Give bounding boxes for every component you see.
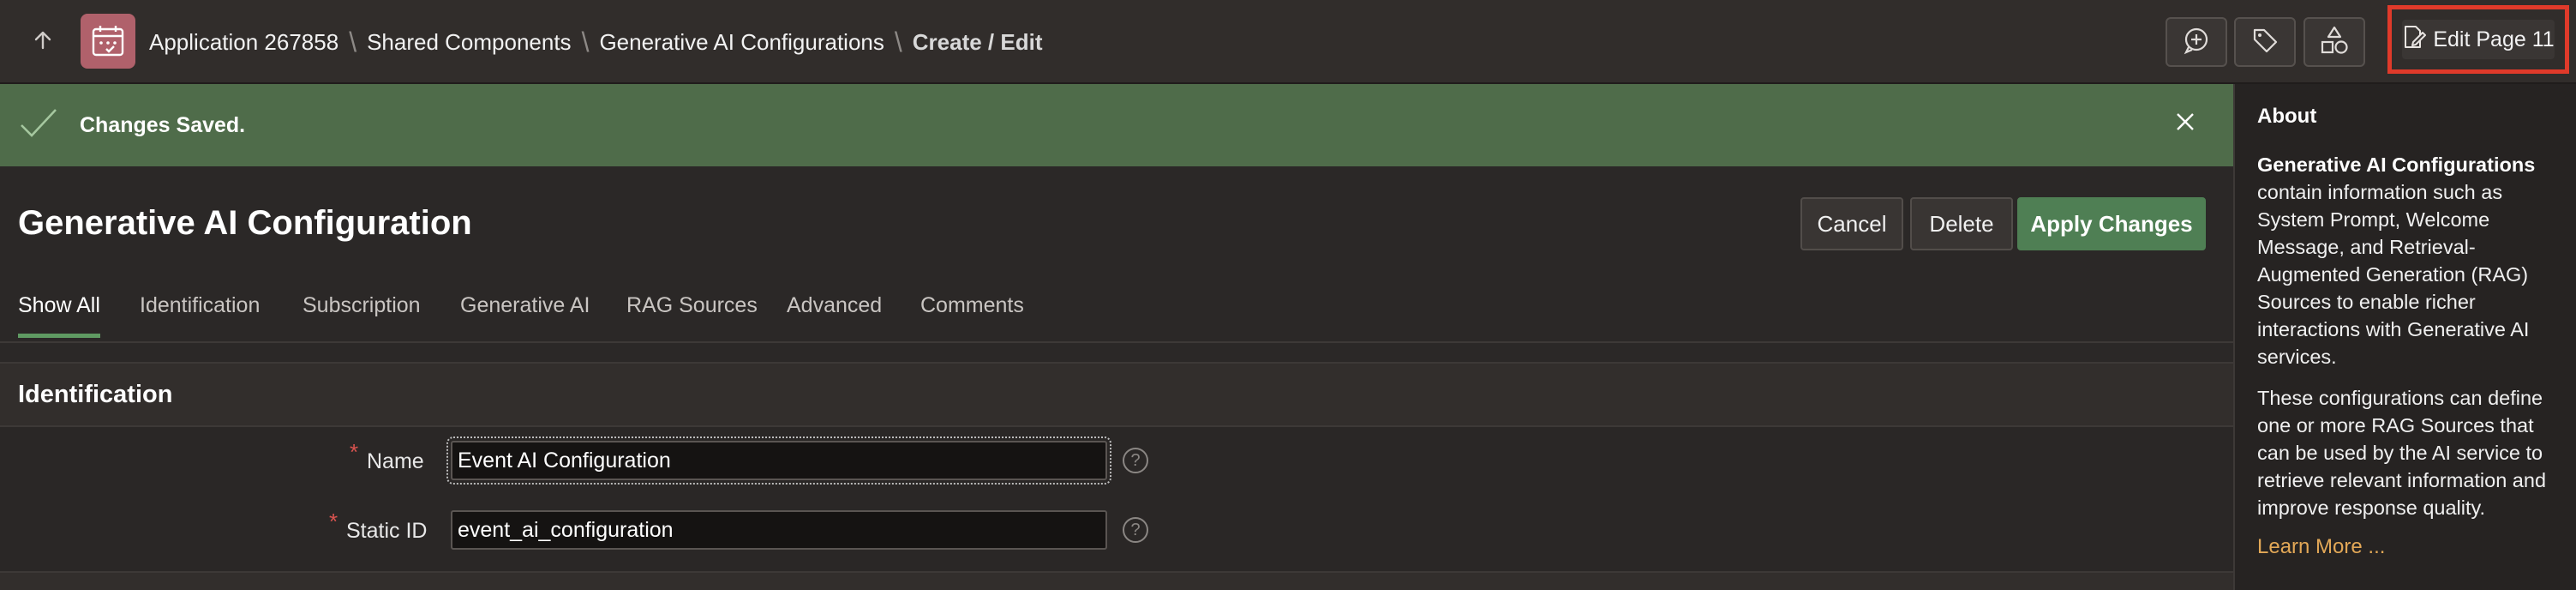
chat-plus-icon bbox=[2182, 26, 2211, 59]
tab-bar: Show All Identification Subscription Gen… bbox=[0, 286, 2233, 343]
page-title: Generative AI Configuration bbox=[18, 204, 472, 242]
sidebar-heading: About bbox=[2257, 105, 2317, 128]
breadcrumb-current: Create / Edit bbox=[912, 28, 1043, 55]
check-icon bbox=[19, 106, 58, 145]
static-id-label: Static ID bbox=[346, 519, 428, 543]
edit-page-highlight: Edit Page 11 bbox=[2387, 5, 2569, 74]
tab-generative-ai[interactable]: Generative AI bbox=[460, 293, 590, 334]
success-banner: Changes Saved. bbox=[0, 84, 2233, 166]
sidebar-paragraph-1: Generative AI Configurations contain inf… bbox=[2257, 151, 2555, 370]
identification-section-header: Identification bbox=[0, 362, 2233, 427]
top-bar: Application 267858 \ Shared Components \… bbox=[0, 0, 2576, 84]
help-icon[interactable]: ? bbox=[1123, 448, 1148, 473]
tab-comments[interactable]: Comments bbox=[920, 293, 1024, 334]
breadcrumb-separator: \ bbox=[349, 26, 357, 57]
about-sidebar: About Generative AI Configurations conta… bbox=[2233, 84, 2576, 590]
calendar-app-icon[interactable] bbox=[81, 14, 135, 69]
chat-plus-button[interactable] bbox=[2166, 17, 2227, 67]
tab-advanced[interactable]: Advanced bbox=[787, 293, 882, 334]
delete-button[interactable]: Delete bbox=[1910, 197, 2013, 250]
tab-show-all[interactable]: Show All bbox=[18, 293, 100, 338]
tab-rag-sources[interactable]: RAG Sources bbox=[626, 293, 758, 334]
main-region: Generative AI Configuration Cancel Delet… bbox=[0, 166, 2233, 590]
sidebar-paragraph-1-text: contain information such as System Promp… bbox=[2257, 181, 2530, 368]
name-input[interactable] bbox=[446, 436, 1111, 485]
tab-subscription[interactable]: Subscription bbox=[303, 293, 421, 334]
sidebar-paragraph-2: These configurations can define one or m… bbox=[2257, 387, 2547, 519]
required-marker: * bbox=[350, 439, 359, 465]
shapes-icon bbox=[2319, 25, 2350, 60]
cancel-button[interactable]: Cancel bbox=[1800, 197, 1903, 250]
breadcrumb-separator: \ bbox=[581, 26, 590, 57]
help-icon[interactable]: ? bbox=[1123, 517, 1148, 543]
breadcrumb: Application 267858 \ Shared Components \… bbox=[149, 0, 1042, 84]
shapes-button[interactable] bbox=[2303, 17, 2365, 67]
static-id-input[interactable] bbox=[451, 510, 1107, 550]
close-icon[interactable] bbox=[2175, 111, 2196, 136]
apply-changes-button[interactable]: Apply Changes bbox=[2017, 197, 2206, 250]
edit-page-icon bbox=[2402, 24, 2427, 56]
section-title: Identification bbox=[18, 381, 173, 408]
identification-form: * Name ? * Static ID ? bbox=[0, 427, 2233, 571]
learn-more-link[interactable]: Learn More ... bbox=[2257, 535, 2555, 559]
success-message: Changes Saved. bbox=[80, 113, 246, 137]
breadcrumb-application[interactable]: Application 267858 bbox=[149, 29, 338, 56]
arrow-up-icon[interactable] bbox=[26, 23, 60, 57]
breadcrumb-separator: \ bbox=[894, 26, 902, 57]
tab-identification[interactable]: Identification bbox=[140, 293, 260, 334]
edit-page-label: Edit Page 11 bbox=[2433, 27, 2555, 51]
tag-button[interactable] bbox=[2234, 17, 2296, 67]
required-marker: * bbox=[329, 509, 338, 534]
tag-icon bbox=[2250, 26, 2279, 59]
breadcrumb-shared-components[interactable]: Shared Components bbox=[367, 29, 571, 56]
next-section-edge bbox=[0, 571, 2233, 590]
breadcrumb-genai-configurations[interactable]: Generative AI Configurations bbox=[599, 29, 884, 56]
sidebar-bold-term: Generative AI Configurations bbox=[2257, 154, 2536, 176]
edit-page-button[interactable]: Edit Page 11 bbox=[2402, 20, 2555, 59]
name-label: Name bbox=[367, 449, 424, 473]
